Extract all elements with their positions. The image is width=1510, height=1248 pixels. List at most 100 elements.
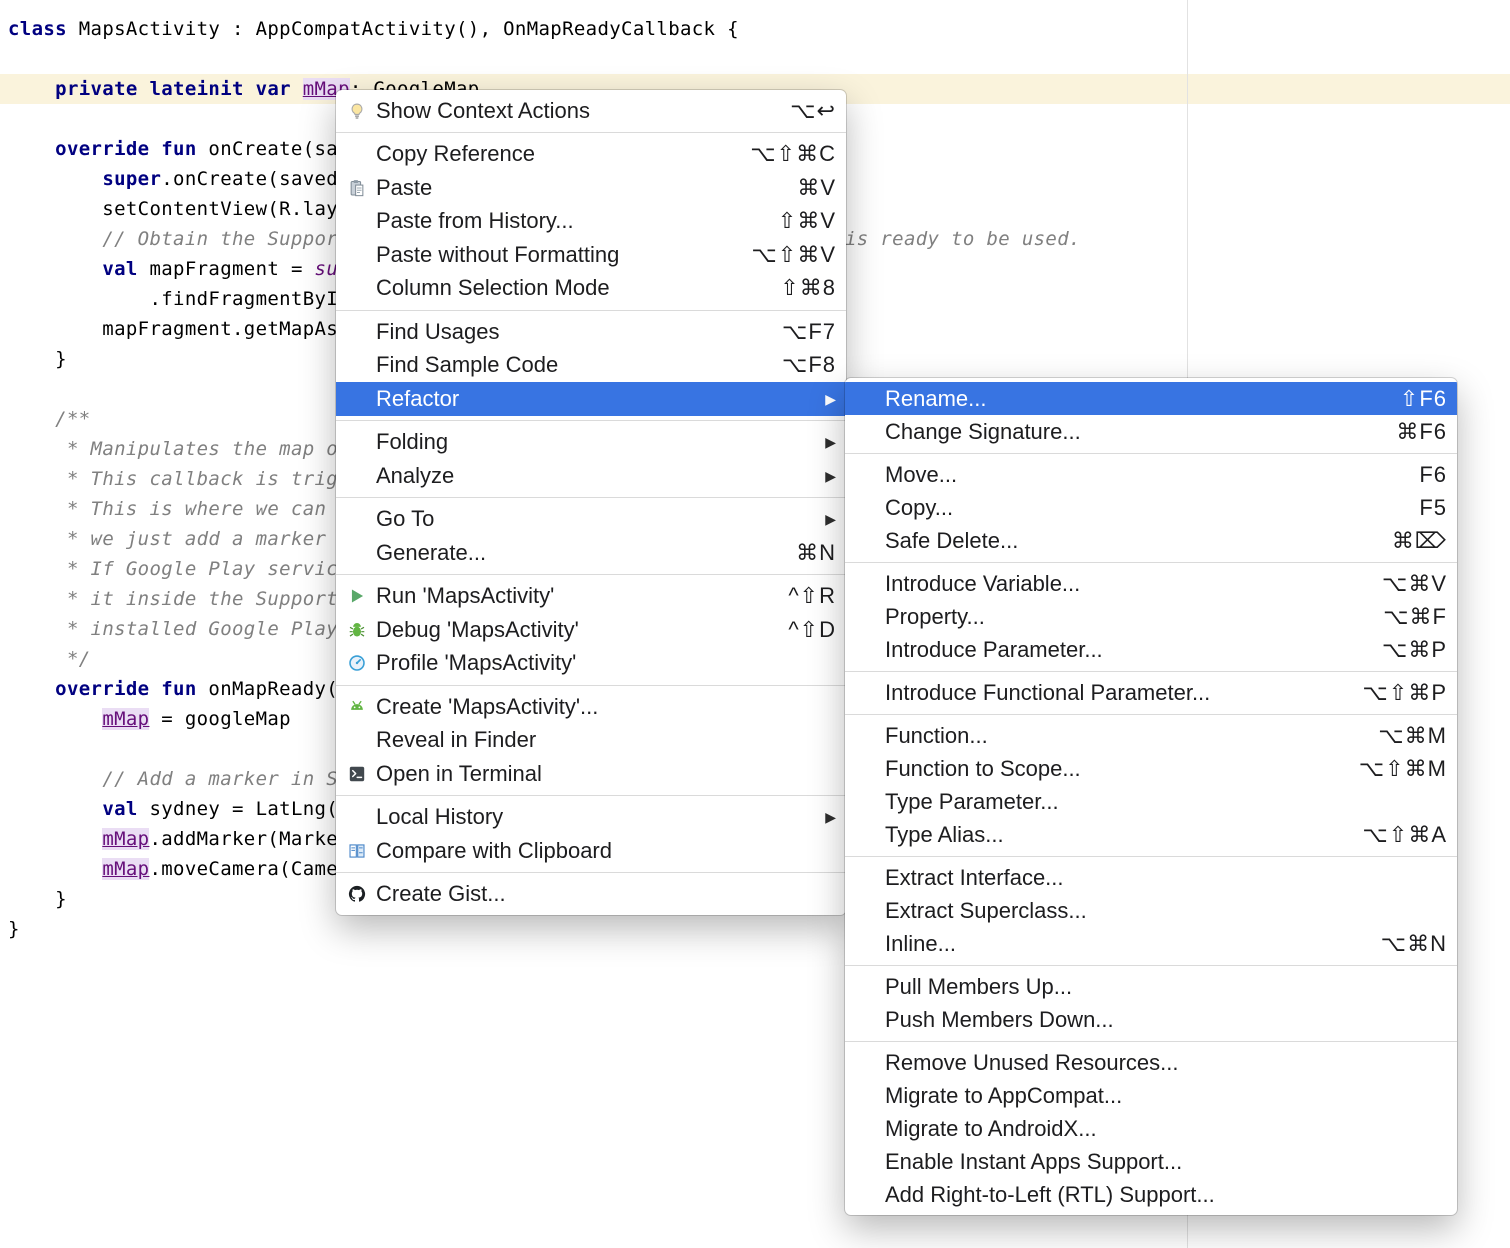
menu-item-label: Generate... — [376, 540, 772, 566]
menu-item-label: Paste from History... — [376, 208, 754, 234]
menu-item-add-right-to-left-rtl-support[interactable]: Add Right-to-Left (RTL) Support... — [845, 1178, 1457, 1211]
menu-item-paste-without-formatting[interactable]: Paste without Formatting⌥⇧⌘V — [336, 238, 846, 272]
android-icon — [348, 698, 376, 716]
menu-separator — [336, 872, 846, 873]
menu-item-compare-with-clipboard[interactable]: Compare with Clipboard — [336, 834, 846, 868]
menu-item-paste-from-history[interactable]: Paste from History... ⇧⌘V — [336, 205, 846, 239]
menu-item-find-usages[interactable]: Find Usages⌥F7 — [336, 315, 846, 349]
code-token — [8, 498, 67, 520]
code-token: sydney = LatLng( — [138, 798, 338, 820]
menu-item-introduce-functional-parameter[interactable]: Introduce Functional Parameter...⌥⇧⌘P — [845, 676, 1457, 709]
menu-separator — [845, 453, 1457, 454]
menu-item-shortcut: ⇧⌘V — [778, 208, 836, 234]
menu-item-label: Safe Delete... — [885, 528, 1368, 554]
menu-item-create-mapsactivity[interactable]: Create 'MapsActivity'... — [336, 690, 846, 724]
menu-item-label: Find Sample Code — [376, 352, 758, 378]
menu-item-label: Introduce Variable... — [885, 571, 1358, 597]
code-token — [8, 138, 55, 160]
menu-item-paste[interactable]: Paste⌘V — [336, 171, 846, 205]
menu-item-type-parameter[interactable]: Type Parameter... — [845, 785, 1457, 818]
menu-item-shortcut: ^⇧D — [788, 617, 836, 643]
menu-item-extract-interface[interactable]: Extract Interface... — [845, 861, 1457, 894]
menu-item-go-to[interactable]: Go To▶ — [336, 503, 846, 537]
menu-item-property[interactable]: Property...⌥⌘F — [845, 600, 1457, 633]
menu-item-generate[interactable]: Generate...⌘N — [336, 536, 846, 570]
menu-item-label: Create 'MapsActivity'... — [376, 694, 836, 720]
code-line[interactable] — [0, 44, 1510, 74]
menu-item-function-to-scope[interactable]: Function to Scope...⌥⇧⌘M — [845, 752, 1457, 785]
menu-item-local-history[interactable]: Local History▶ — [336, 801, 846, 835]
menu-separator — [845, 965, 1457, 966]
menu-item-introduce-variable[interactable]: Introduce Variable...⌥⌘V — [845, 567, 1457, 600]
menu-item-label: Paste without Formatting — [376, 242, 728, 268]
code-token: override fun — [55, 678, 196, 700]
menu-item-label: Pull Members Up... — [885, 974, 1447, 1000]
menu-item-show-context-actions[interactable]: Show Context Actions⌥↩ — [336, 94, 846, 128]
code-token — [8, 708, 102, 730]
menu-item-change-signature[interactable]: Change Signature...⌘F6 — [845, 415, 1457, 448]
menu-item-rename[interactable]: Rename...⇧F6 — [845, 382, 1457, 415]
menu-item-pull-members-up[interactable]: Pull Members Up... — [845, 970, 1457, 1003]
menu-item-extract-superclass[interactable]: Extract Superclass... — [845, 894, 1457, 927]
code-token — [8, 648, 67, 670]
menu-item-debug-mapsactivity[interactable]: Debug 'MapsActivity'^⇧D — [336, 613, 846, 647]
menu-item-shortcut: ⌥F7 — [782, 319, 836, 345]
code-token — [8, 168, 102, 190]
menu-item-create-gist[interactable]: Create Gist... — [336, 878, 846, 912]
menu-item-function[interactable]: Function...⌥⌘M — [845, 719, 1457, 752]
menu-item-reveal-in-finder[interactable]: Reveal in Finder — [336, 724, 846, 758]
menu-item-shortcut: ⌥⇧⌘M — [1359, 756, 1447, 782]
menu-item-refactor[interactable]: Refactor▶ — [336, 382, 846, 416]
code-token: private lateinit var — [55, 78, 291, 100]
menu-item-profile-mapsactivity[interactable]: Profile 'MapsActivity' — [336, 647, 846, 681]
menu-item-safe-delete[interactable]: Safe Delete...⌘⌦ — [845, 524, 1457, 557]
code-line[interactable]: class MapsActivity : AppCompatActivity()… — [0, 14, 1510, 44]
menu-item-remove-unused-resources[interactable]: Remove Unused Resources... — [845, 1046, 1457, 1079]
submenu-arrow-icon: ▶ — [825, 512, 836, 526]
menu-item-column-selection-mode[interactable]: Column Selection Mode⇧⌘8 — [336, 272, 846, 306]
menu-item-shortcut: ⌥⇧⌘P — [1363, 680, 1447, 706]
profile-icon — [348, 654, 376, 672]
menu-separator — [336, 685, 846, 686]
code-token: mMap — [102, 708, 149, 730]
menu-item-label: Migrate to AndroidX... — [885, 1116, 1447, 1142]
terminal-icon — [348, 765, 376, 783]
menu-item-find-sample-code[interactable]: Find Sample Code ⌥F8 — [336, 349, 846, 383]
menu-item-type-alias[interactable]: Type Alias...⌥⇧⌘A — [845, 818, 1457, 851]
menu-separator — [336, 310, 846, 311]
menu-item-label: Extract Superclass... — [885, 898, 1447, 924]
menu-item-run-mapsactivity[interactable]: Run 'MapsActivity'^⇧R — [336, 580, 846, 614]
lightbulb-icon — [348, 102, 376, 120]
menu-item-migrate-to-androidx[interactable]: Migrate to AndroidX... — [845, 1112, 1457, 1145]
code-token: override fun — [55, 138, 196, 160]
menu-item-copy-reference[interactable]: Copy Reference⌥⇧⌘C — [336, 138, 846, 172]
menu-item-open-in-terminal[interactable]: Open in Terminal — [336, 757, 846, 791]
menu-separator — [336, 574, 846, 575]
menu-item-label: Function... — [885, 723, 1354, 749]
menu-item-analyze[interactable]: Analyze▶ — [336, 459, 846, 493]
menu-item-migrate-to-appcompat[interactable]: Migrate to AppCompat... — [845, 1079, 1457, 1112]
compare-clipboard-icon — [348, 842, 376, 860]
code-token — [8, 408, 55, 430]
menu-item-folding[interactable]: Folding▶ — [336, 426, 846, 460]
menu-item-push-members-down[interactable]: Push Members Down... — [845, 1003, 1457, 1036]
menu-item-shortcut: ⇧⌘8 — [780, 275, 836, 301]
menu-item-shortcut: ^⇧R — [788, 583, 836, 609]
code-token: mMap — [102, 828, 149, 850]
menu-item-label: Move... — [885, 462, 1395, 488]
code-token: } — [8, 888, 67, 910]
menu-item-shortcut: ⌥F8 — [782, 352, 836, 378]
menu-item-label: Push Members Down... — [885, 1007, 1447, 1033]
code-token: super — [102, 168, 161, 190]
code-token: MapsActivity : AppCompatActivity(), OnMa… — [67, 18, 739, 40]
menu-item-label: Reveal in Finder — [376, 727, 836, 753]
menu-item-introduce-parameter[interactable]: Introduce Parameter...⌥⌘P — [845, 633, 1457, 666]
menu-item-inline[interactable]: Inline...⌥⌘N — [845, 927, 1457, 960]
code-token — [8, 258, 102, 280]
menu-item-enable-instant-apps-support[interactable]: Enable Instant Apps Support... — [845, 1145, 1457, 1178]
submenu-arrow-icon: ▶ — [825, 469, 836, 483]
menu-item-shortcut: ⌥⇧⌘C — [750, 141, 836, 167]
menu-item-copy[interactable]: Copy...F5 — [845, 491, 1457, 524]
menu-item-move[interactable]: Move...F6 — [845, 458, 1457, 491]
menu-item-label: Extract Interface... — [885, 865, 1447, 891]
